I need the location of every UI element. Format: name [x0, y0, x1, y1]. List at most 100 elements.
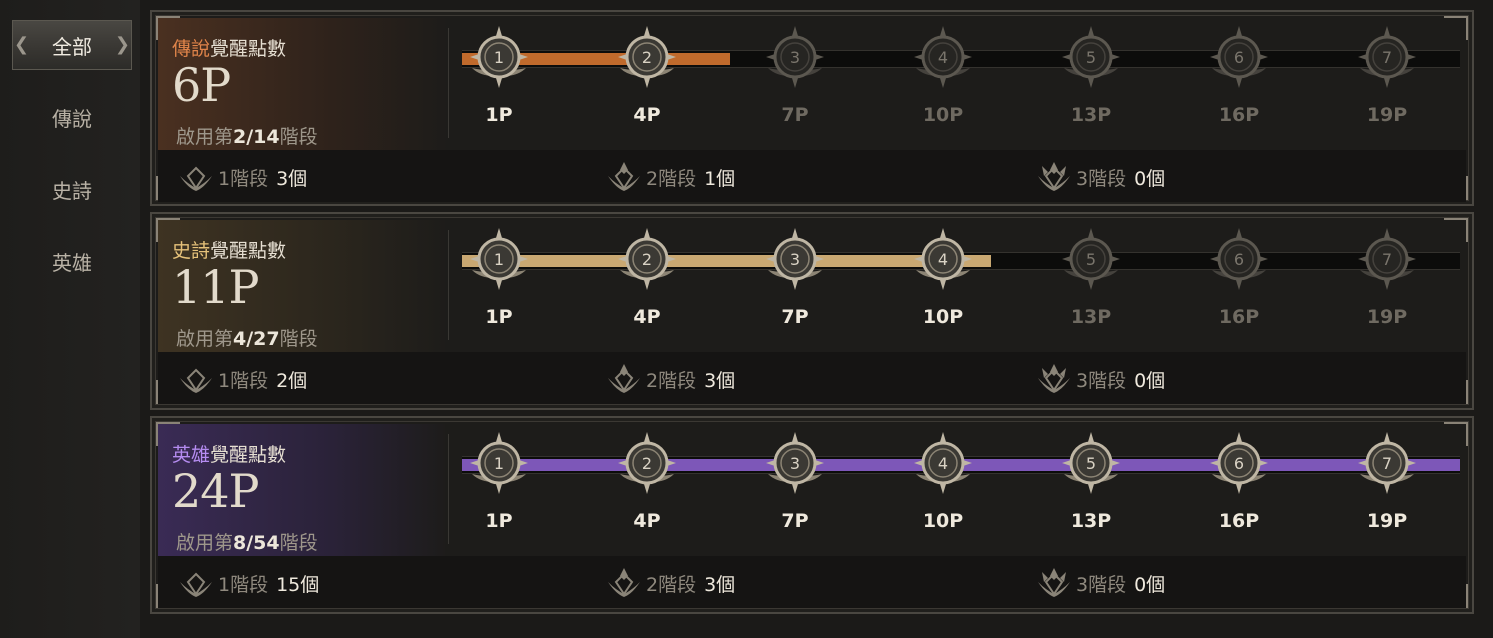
svg-text:5: 5 — [1086, 250, 1096, 269]
header-divider — [448, 230, 449, 340]
stage-summary-1: 1階段 3個 — [178, 160, 307, 194]
stage-label: 3階段 — [1076, 573, 1127, 596]
node-point-label: 4P — [633, 510, 661, 532]
stage-3-emblem-icon — [1036, 360, 1076, 399]
tab-right-ornament-icon: ❯ — [114, 34, 130, 55]
tab-legend[interactable]: 傳說 — [12, 92, 132, 142]
stage-1-emblem-icon — [178, 564, 218, 603]
panel-header: 傳說覺醒點數 6P 啟用第2/14階段 — [158, 18, 448, 152]
node-point-label: 19P — [1366, 104, 1408, 126]
tab-all[interactable]: ❮ 全部 ❯ — [12, 20, 132, 70]
title-suffix: 覺醒點數 — [210, 444, 287, 466]
panel-title: 傳說覺醒點數 — [172, 34, 286, 61]
svg-text:7: 7 — [1382, 48, 1392, 67]
panel-title: 史詩覺醒點數 — [172, 236, 286, 263]
svg-text:2: 2 — [642, 250, 652, 269]
svg-text:1: 1 — [494, 250, 504, 269]
svg-text:6: 6 — [1234, 48, 1244, 67]
stage-node-7[interactable]: 7 — [1354, 24, 1420, 90]
stage-count: 15個 — [276, 573, 320, 596]
svg-text:6: 6 — [1234, 454, 1244, 473]
enabled-stage-text: 啟用第4/27階段 — [176, 324, 318, 351]
tab-label: 全部 — [52, 34, 92, 59]
svg-text:5: 5 — [1086, 454, 1096, 473]
grade-tab-sidebar: ❮ 全部 ❯ 傳說 史詩 英雄 — [0, 0, 140, 638]
stage-count: 0個 — [1134, 369, 1166, 392]
node-point-label: 1P — [485, 510, 513, 532]
stage-node-3[interactable]: 3 — [762, 430, 828, 496]
tab-label: 史詩 — [52, 178, 92, 203]
enabled-value: 2/14 — [233, 126, 280, 148]
header-divider — [448, 434, 449, 544]
stage-node-4[interactable]: 4 — [910, 226, 976, 292]
enabled-value: 8/54 — [233, 532, 280, 554]
stage-summary-1: 1階段 15個 — [178, 566, 319, 600]
enabled-prefix: 啟用第 — [176, 126, 234, 148]
node-point-label: 13P — [1070, 104, 1112, 126]
stage-node-1[interactable]: 1 — [466, 430, 532, 496]
node-point-label: 4P — [633, 306, 661, 328]
stage-node-4[interactable]: 4 — [910, 430, 976, 496]
stage-node-2[interactable]: 2 — [614, 226, 680, 292]
stage-node-7[interactable]: 7 — [1354, 430, 1420, 496]
stage-node-1[interactable]: 1 — [466, 24, 532, 90]
node-point-label: 7P — [781, 510, 809, 532]
stage-3-emblem-icon — [1036, 158, 1076, 197]
stage-count: 0個 — [1134, 167, 1166, 190]
tab-epic[interactable]: 史詩 — [12, 164, 132, 214]
stage-count: 0個 — [1134, 573, 1166, 596]
enabled-prefix: 啟用第 — [176, 532, 234, 554]
stage-summary-2: 2階段 3個 — [606, 566, 735, 600]
stage-label: 2階段 — [646, 369, 697, 392]
node-point-label: 1P — [485, 306, 513, 328]
node-point-label: 10P — [922, 306, 964, 328]
stage-node-5[interactable]: 5 — [1058, 430, 1124, 496]
stage-node-5[interactable]: 5 — [1058, 226, 1124, 292]
corner-ornament — [1444, 218, 1468, 242]
enabled-suffix: 階段 — [279, 126, 318, 148]
node-point-label: 1P — [485, 104, 513, 126]
svg-text:1: 1 — [494, 454, 504, 473]
stage-summary-bar: 1階段 2個 2階段 3個 3階段 0個 — [158, 352, 1466, 404]
awakening-points: 24P — [172, 464, 259, 518]
node-point-label: 19P — [1366, 510, 1408, 532]
enabled-suffix: 階段 — [279, 328, 318, 350]
stage-label: 1階段 — [218, 369, 269, 392]
stage-node-5[interactable]: 5 — [1058, 24, 1124, 90]
node-point-label: 10P — [922, 104, 964, 126]
corner-ornament — [1444, 422, 1468, 446]
stage-node-7[interactable]: 7 — [1354, 226, 1420, 292]
stage-2-emblem-icon — [606, 360, 646, 399]
stage-node-4[interactable]: 4 — [910, 24, 976, 90]
panel-title: 英雄覺醒點數 — [172, 440, 286, 467]
stage-label: 2階段 — [646, 167, 697, 190]
stage-count: 2個 — [276, 369, 308, 392]
stage-node-2[interactable]: 2 — [614, 24, 680, 90]
stage-node-3[interactable]: 3 — [762, 226, 828, 292]
node-point-label: 7P — [781, 306, 809, 328]
title-suffix: 覺醒點數 — [210, 38, 287, 60]
tab-hero[interactable]: 英雄 — [12, 236, 132, 286]
grade-name: 傳說 — [172, 38, 211, 60]
stage-summary-1: 1階段 2個 — [178, 362, 307, 396]
stage-node-3[interactable]: 3 — [762, 24, 828, 90]
svg-text:2: 2 — [642, 454, 652, 473]
svg-text:7: 7 — [1382, 250, 1392, 269]
svg-text:4: 4 — [938, 48, 948, 67]
stage-node-6[interactable]: 6 — [1206, 430, 1272, 496]
svg-text:3: 3 — [790, 454, 800, 473]
svg-text:7: 7 — [1382, 454, 1392, 473]
node-point-label: 16P — [1218, 104, 1260, 126]
node-point-label: 13P — [1070, 306, 1112, 328]
stage-node-6[interactable]: 6 — [1206, 24, 1272, 90]
enabled-stage-text: 啟用第8/54階段 — [176, 528, 318, 555]
svg-text:4: 4 — [938, 454, 948, 473]
stage-count: 3個 — [704, 369, 736, 392]
enabled-suffix: 階段 — [279, 532, 318, 554]
stage-summary-bar: 1階段 15個 2階段 3個 3階段 0個 — [158, 556, 1466, 608]
stage-node-1[interactable]: 1 — [466, 226, 532, 292]
svg-text:3: 3 — [790, 48, 800, 67]
tab-label: 傳說 — [52, 106, 92, 131]
stage-node-2[interactable]: 2 — [614, 430, 680, 496]
stage-node-6[interactable]: 6 — [1206, 226, 1272, 292]
